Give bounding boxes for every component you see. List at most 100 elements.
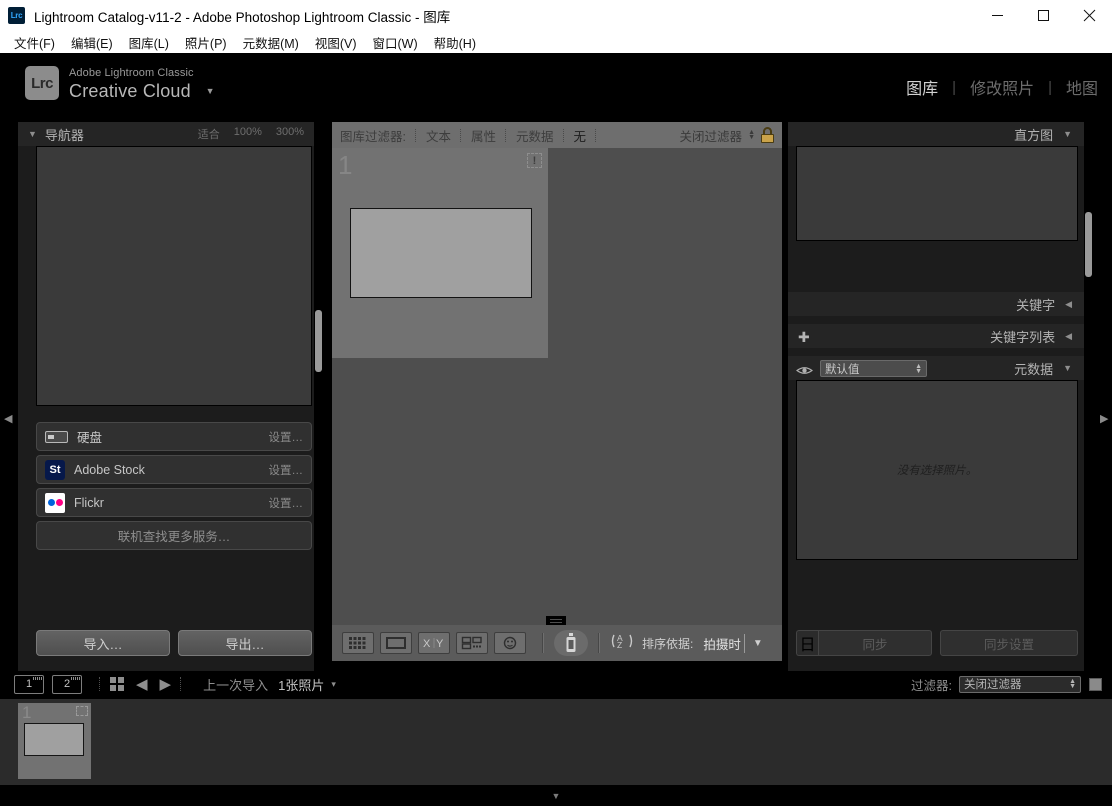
back-arrow-icon[interactable]: ◀ <box>136 675 148 693</box>
keywording-panel-header[interactable]: 关键字 ◀ <box>788 292 1084 316</box>
import-button[interactable]: 导入… <box>36 630 170 656</box>
sync-settings-button[interactable]: 同步设置 <box>940 630 1078 656</box>
filter-toggle-button[interactable] <box>1089 678 1102 691</box>
publish-setup-link[interactable]: 设置… <box>269 495 304 511</box>
publish-service-adobe-stock[interactable]: St Adobe Stock 设置… <box>36 455 312 484</box>
lock-icon[interactable] <box>761 127 774 143</box>
metadata-panel-header[interactable]: 默认值 ▲▼ 元数据 ▼ <box>788 356 1084 380</box>
triangle-left-icon[interactable]: ◀ <box>1065 331 1072 342</box>
publish-setup-link[interactable]: 设置… <box>269 429 304 445</box>
lightroom-shell: ▲ Lrc Adobe Lightroom Classic Creative C… <box>0 53 1112 753</box>
filmstrip-thumbnail[interactable]: 1 <box>18 703 91 779</box>
right-panel-scrollbar[interactable] <box>1084 122 1094 671</box>
navigator-panel-header[interactable]: ▼ 导航器 适合 100% 300% <box>18 122 314 146</box>
filter-preset-stepper[interactable]: ▲▼ <box>748 130 755 140</box>
navigator-zoom-300[interactable]: 300% <box>276 126 304 142</box>
metadata-preset-stepper[interactable]: ▲▼ <box>915 364 922 374</box>
navigator-preview[interactable] <box>36 146 312 406</box>
menu-library[interactable]: 图库(L) <box>121 31 177 54</box>
menu-view[interactable]: 视图(V) <box>307 31 365 54</box>
filmstrip[interactable]: 1 <box>0 699 1112 785</box>
filter-tab-metadata[interactable]: 元数据 <box>516 126 554 145</box>
triangle-down-icon[interactable]: ▼ <box>1063 129 1072 139</box>
second-window-button[interactable]: 2 <box>52 675 82 694</box>
left-panel-scrollbar-thumb[interactable] <box>315 310 322 372</box>
app-icon: Lrc <box>8 7 25 24</box>
filmstrip-source-label[interactable]: 上一次导入 <box>203 675 268 694</box>
main-window-button[interactable]: 1 <box>14 675 44 694</box>
filter-tab-attribute[interactable]: 属性 <box>471 126 496 145</box>
grid-cell-thumbnail[interactable] <box>350 208 532 298</box>
filmstrip-filter-label: 过滤器: <box>911 675 952 694</box>
right-panel-resize-grip[interactable] <box>1094 122 1102 412</box>
sync-button[interactable]: 同步 <box>818 630 932 656</box>
filmstrip-filter-select[interactable]: 关闭过滤器 ▲▼ <box>959 676 1081 693</box>
metadata-preset-select[interactable]: 默认值 ▲▼ <box>820 360 927 377</box>
menu-edit[interactable]: 编辑(E) <box>63 31 121 54</box>
right-panel-scrollbar-thumb[interactable] <box>1085 212 1092 277</box>
missing-photo-badge[interactable] <box>76 706 88 716</box>
grid-view-area[interactable]: 1 ! <box>332 148 782 625</box>
left-panel-resize-grip[interactable] <box>10 122 18 412</box>
bottom-panel-collapse-handle[interactable]: ▼ <box>0 785 1112 806</box>
eye-icon[interactable] <box>796 363 813 374</box>
publish-service-flickr[interactable]: Flickr 设置… <box>36 488 312 517</box>
people-view-button[interactable] <box>494 632 526 654</box>
add-keyword-icon[interactable]: ✚ <box>798 330 810 344</box>
close-button[interactable] <box>1066 0 1112 31</box>
missing-photo-badge[interactable]: ! <box>527 153 542 168</box>
left-panel-resize-grip-lower[interactable] <box>10 538 18 671</box>
module-map[interactable]: 地图 <box>1052 75 1112 99</box>
left-panel-collapse-arrow[interactable]: ◀ <box>4 412 12 425</box>
keyword-list-panel-header[interactable]: ✚ 关键字列表 ◀ <box>788 324 1084 348</box>
triangle-down-icon[interactable]: ▼ <box>1063 363 1072 373</box>
menu-window[interactable]: 窗口(W) <box>365 31 426 54</box>
right-panel-resize-grip-lower[interactable] <box>1094 538 1102 671</box>
maximize-button[interactable] <box>1020 0 1066 31</box>
sort-az-icon[interactable]: A Z <box>610 632 634 655</box>
left-panel-buttons: 导入… 导出… <box>36 630 312 656</box>
sort-value[interactable]: 拍摄时 <box>703 634 745 653</box>
menu-help[interactable]: 帮助(H) <box>426 31 484 54</box>
publish-service-harddisk[interactable]: 硬盘 设置… <box>36 422 312 451</box>
export-button[interactable]: 导出… <box>178 630 312 656</box>
sync-mode-icon[interactable]: 日 <box>796 630 818 656</box>
filter-preset-value[interactable]: 关闭过滤器 <box>680 126 743 145</box>
spray-can-icon[interactable] <box>554 630 588 656</box>
grid-cell[interactable]: 1 ! <box>332 148 548 358</box>
menu-metadata[interactable]: 元数据(M) <box>235 31 307 54</box>
filter-divider <box>460 129 462 142</box>
chevron-down-icon[interactable]: ▾ <box>331 679 336 690</box>
module-library[interactable]: 图库 <box>892 75 952 99</box>
grid-icon[interactable] <box>110 677 124 691</box>
triangle-left-icon[interactable]: ◀ <box>1065 299 1072 310</box>
compare-view-button[interactable]: XY <box>418 632 450 654</box>
filmstrip-thumbnail-image[interactable] <box>24 723 84 756</box>
survey-view-button[interactable] <box>456 632 488 654</box>
left-panel-scrollbar[interactable] <box>314 122 324 671</box>
menu-file[interactable]: 文件(F) <box>6 31 63 54</box>
histogram-panel-header[interactable]: 直方图 ▼ <box>788 122 1084 146</box>
menu-photo[interactable]: 照片(P) <box>177 31 235 54</box>
keyword-list-title: 关键字列表 <box>990 327 1055 346</box>
module-develop[interactable]: 修改照片 <box>956 75 1048 99</box>
left-panel-scroll: ▼ 导航器 适合 100% 300% 硬盘 设置… <box>18 122 314 671</box>
loupe-view-button[interactable] <box>380 632 412 654</box>
chevron-down-icon[interactable]: ▼ <box>753 638 763 649</box>
filter-tab-text[interactable]: 文本 <box>426 126 451 145</box>
chevron-down-icon[interactable]: ▼ <box>206 86 215 100</box>
find-more-services-button[interactable]: 联机查找更多服务… <box>36 521 312 550</box>
triangle-down-icon[interactable]: ▼ <box>28 129 37 139</box>
grid-view-button[interactable] <box>342 632 374 654</box>
publish-setup-link[interactable]: 设置… <box>269 462 304 478</box>
identity-badge: Lrc <box>25 66 59 100</box>
forward-arrow-icon[interactable]: ▶ <box>160 675 172 693</box>
filmstrip-filter-stepper[interactable]: ▲▼ <box>1069 679 1076 689</box>
navigator-zoom-100[interactable]: 100% <box>234 126 262 142</box>
navigator-zoom-fit[interactable]: 适合 <box>198 126 220 142</box>
identity-plate[interactable]: Lrc Adobe Lightroom Classic Creative Clo… <box>25 66 215 100</box>
right-panel-collapse-arrow[interactable]: ▶ <box>1100 412 1108 425</box>
minimize-button[interactable] <box>974 0 1020 31</box>
filter-tab-none[interactable]: 无 <box>574 126 587 145</box>
toolbar-grip[interactable] <box>546 616 566 625</box>
